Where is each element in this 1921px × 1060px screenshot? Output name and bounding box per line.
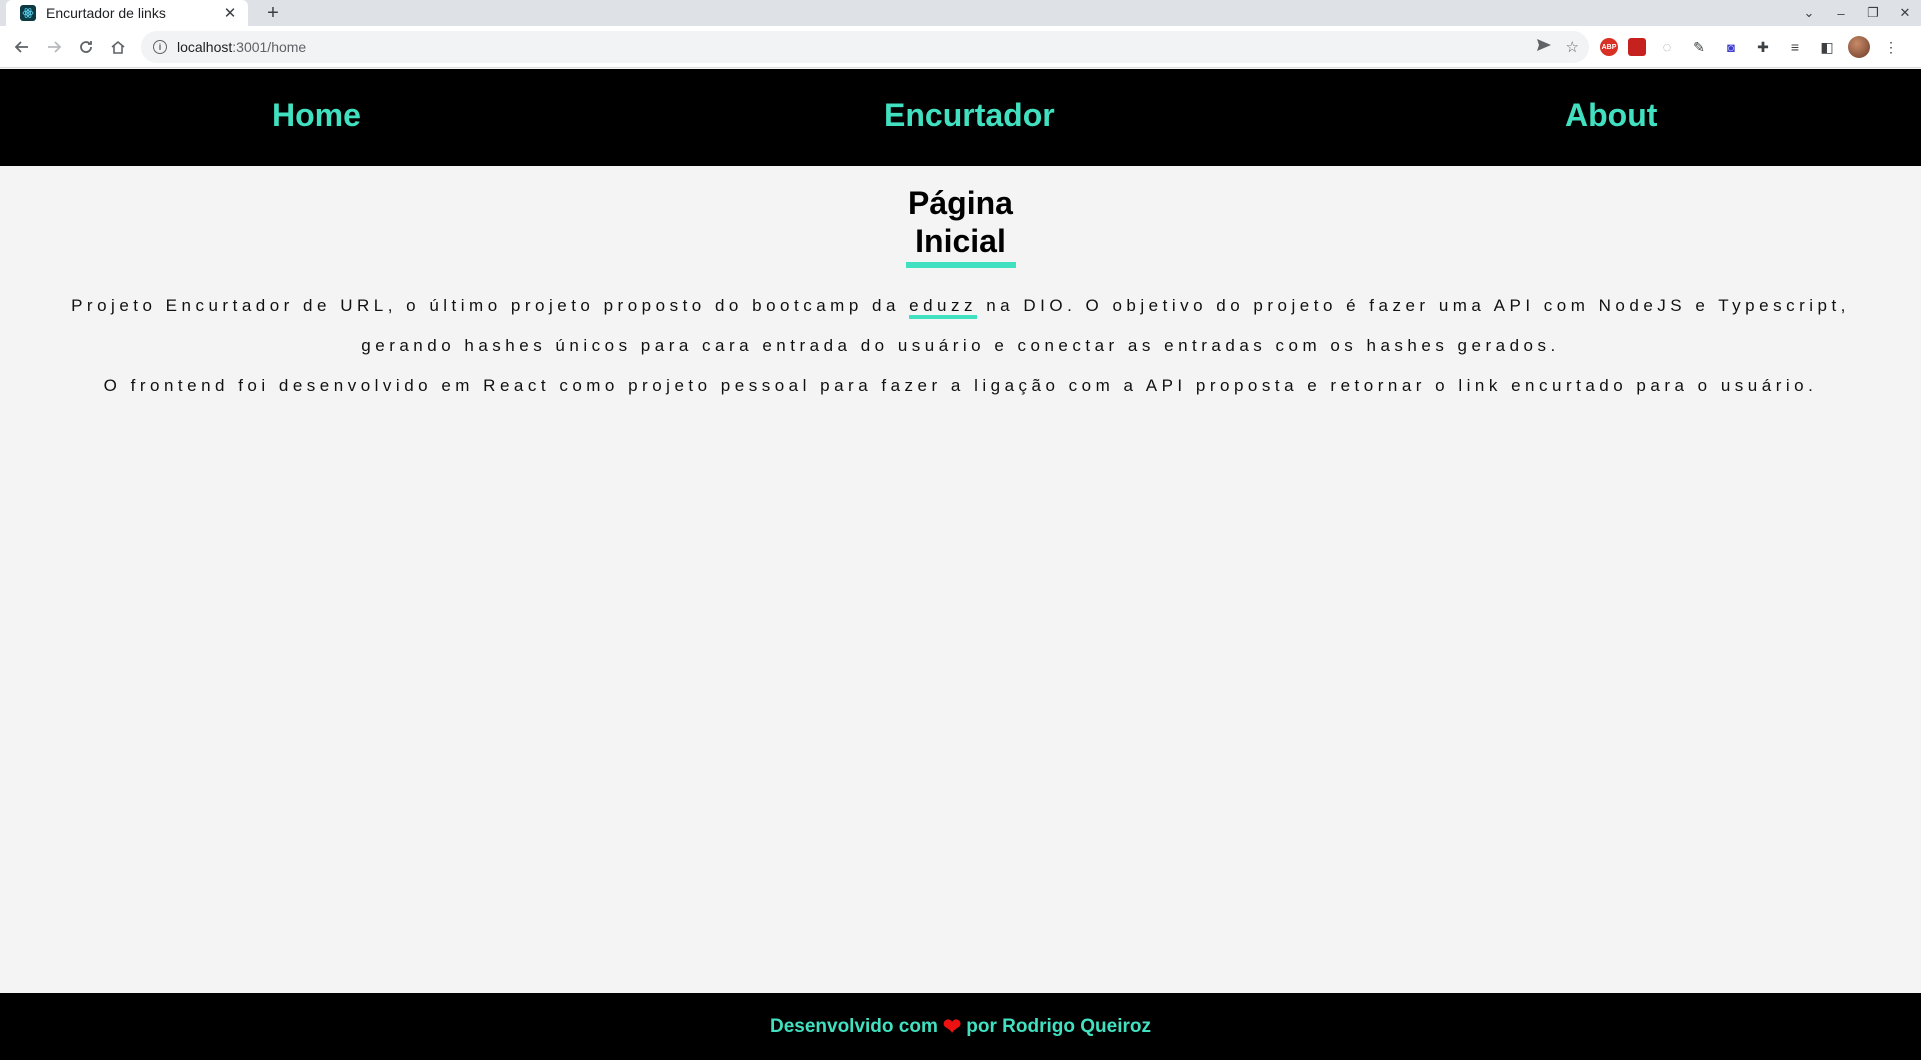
- footer-author: por Rodrigo Queiroz: [966, 1015, 1152, 1037]
- site-footer: Desenvolvido com ❤ por Rodrigo Queiroz: [0, 993, 1921, 1060]
- restore-button[interactable]: ❐: [1857, 5, 1889, 21]
- extension-screen-icon[interactable]: ◙: [1720, 36, 1742, 58]
- address-bar[interactable]: i localhost:3001/home ☆: [141, 31, 1589, 63]
- home-icon[interactable]: [102, 31, 134, 63]
- new-tab-button[interactable]: +: [262, 2, 284, 24]
- side-panel-icon[interactable]: ◧: [1816, 36, 1838, 58]
- omnibox-actions: ☆: [1536, 31, 1579, 63]
- page-description: Projeto Encurtador de URL, o último proj…: [0, 286, 1921, 406]
- tab-title: Encurtador de links: [46, 5, 166, 21]
- title-wrap: Página Inicial: [0, 184, 1921, 268]
- nav-home-link[interactable]: Home: [272, 97, 361, 134]
- send-icon[interactable]: [1536, 38, 1552, 56]
- extension-circle-icon[interactable]: ◌: [1656, 36, 1678, 58]
- react-favicon-icon: [20, 5, 36, 21]
- extension-pen-icon[interactable]: ✎: [1688, 36, 1710, 58]
- browser-menu-icon[interactable]: ⋮: [1880, 36, 1902, 58]
- bookmark-star-icon[interactable]: ☆: [1566, 38, 1579, 56]
- extensions-area: ABP ◌ ✎ ◙ ✚ ≡ ◧ ⋮: [1600, 26, 1902, 68]
- extensions-puzzle-icon[interactable]: ✚: [1752, 36, 1774, 58]
- minimize-button[interactable]: –: [1825, 6, 1857, 21]
- url-host: localhost: [177, 39, 233, 55]
- profile-avatar[interactable]: [1848, 36, 1870, 58]
- site-header: Home Encurtador About: [0, 69, 1921, 166]
- back-arrow-icon[interactable]: [6, 31, 38, 63]
- heart-icon: ❤: [942, 1013, 962, 1039]
- page: Home Encurtador About Página Inicial Pro…: [0, 69, 1921, 1060]
- browser-toolbar: i localhost:3001/home ☆ ABP ◌ ✎ ◙ ✚ ≡ ◧ …: [0, 26, 1921, 68]
- forward-arrow-icon[interactable]: [38, 31, 70, 63]
- url-path: :3001/home: [232, 39, 307, 55]
- tab-search-icon[interactable]: ⌄: [1793, 5, 1825, 21]
- paragraph-1-text-start: Projeto Encurtador de URL, o último proj…: [71, 296, 910, 315]
- media-playlist-icon[interactable]: ≡: [1784, 36, 1806, 58]
- browser-tab[interactable]: Encurtador de links ✕: [6, 0, 248, 26]
- adblock-icon[interactable]: ABP: [1600, 38, 1618, 56]
- page-title: Página Inicial: [905, 184, 1016, 268]
- tab-close-icon[interactable]: ✕: [222, 4, 238, 22]
- eduzz-link[interactable]: eduzz: [909, 296, 977, 319]
- window-controls: ⌄ – ❐ ✕: [1793, 0, 1921, 26]
- browser-tabstrip: Encurtador de links ✕ + ⌄ – ❐ ✕: [0, 0, 1921, 26]
- site-info-icon[interactable]: i: [153, 40, 167, 54]
- description-paragraph-1: Projeto Encurtador de URL, o último proj…: [0, 286, 1921, 366]
- reload-icon[interactable]: [70, 31, 102, 63]
- nav-about-link[interactable]: About: [1565, 97, 1657, 134]
- extension-red-icon[interactable]: [1628, 38, 1646, 56]
- close-window-button[interactable]: ✕: [1889, 5, 1921, 21]
- description-paragraph-2: O frontend foi desenvolvido em React com…: [103, 376, 1818, 395]
- footer-text-start: Desenvolvido com: [769, 1015, 938, 1037]
- nav-encurtador-link[interactable]: Encurtador: [884, 97, 1055, 134]
